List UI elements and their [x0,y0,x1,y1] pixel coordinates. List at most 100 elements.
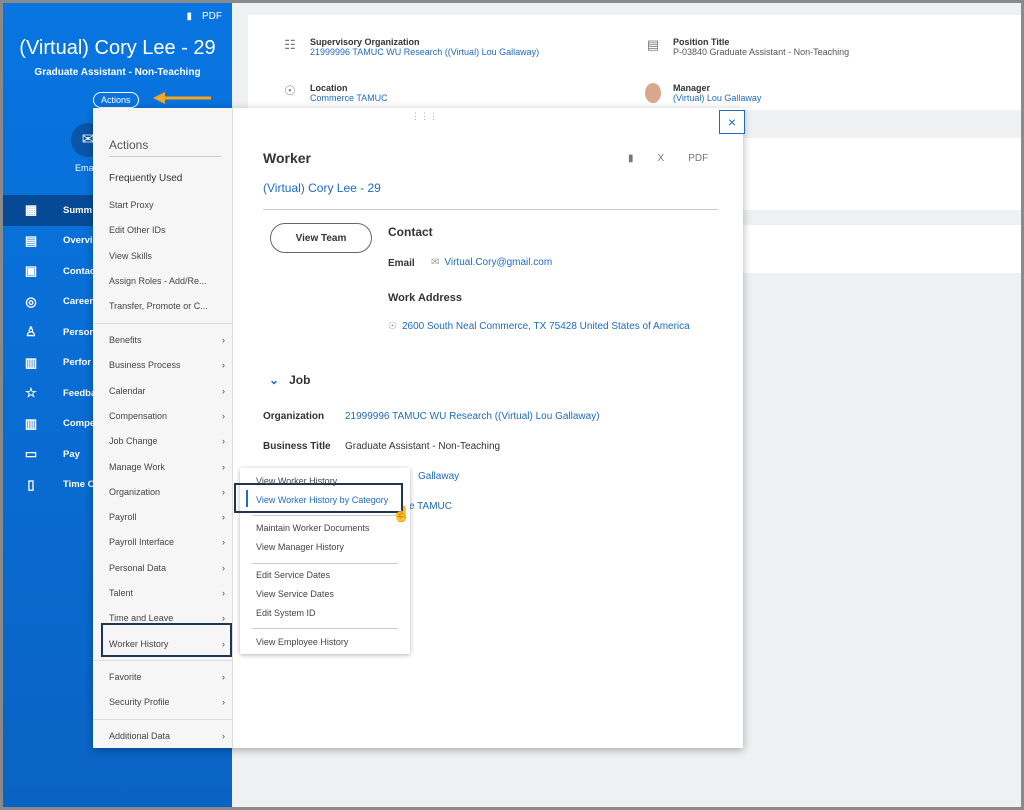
worker-heading: Worker [263,150,311,166]
menu-item[interactable]: Personal Data › [109,563,225,573]
excel-icon[interactable]: X [658,153,665,164]
chart-icon: ▥ [24,415,38,431]
menu-item[interactable]: Payroll Interface › [109,537,225,547]
document-icon: ▤ [24,232,38,248]
worker-link[interactable]: (Virtual) Cory Lee - 29 [263,181,381,195]
chevron-right-icon: › [222,731,225,741]
chevron-right-icon: › [222,613,225,624]
sup-org-link[interactable]: 21999996 TAMUC WU Research ((Virtual) Lo… [310,47,539,57]
worker-name: (Virtual) Cory Lee - 29 [19,37,216,59]
luggage-icon: ▯ [27,476,35,492]
menu-item[interactable]: Compensation › [109,411,225,421]
manager-link[interactable]: (Virtual) Lou Gallaway [673,93,761,103]
divider [93,660,233,661]
menu-item[interactable]: Transfer, Promote or C... [109,301,225,311]
chevron-right-icon: › [222,385,225,396]
divider [252,515,398,516]
chevron-right-icon: › [222,360,225,371]
address-link[interactable]: 2600 South Neal Commerce, TX 75428 Unite… [402,321,690,332]
menu-item[interactable]: Additional Data › [109,731,225,741]
menu-item[interactable]: Security Profile › [109,697,225,707]
chevron-right-icon: › [222,588,225,598]
sidebar-item-label: Perfor [63,357,91,369]
target-icon: ◎ [25,293,37,309]
sidebar-item-label: Contac [63,265,96,277]
org-label: Organization [263,411,325,422]
chevron-right-icon: › [222,562,225,573]
location-pin-icon: ☉ [388,321,397,332]
menu-item[interactable]: Time and Leave › [109,613,225,623]
menu-item[interactable]: Job Change › [109,436,225,446]
chevron-down-icon[interactable]: ⌄ [269,373,279,387]
actions-menu-title: Actions [109,138,149,152]
tag-icon[interactable]: ▮ [186,11,192,22]
chevron-right-icon: › [222,638,225,649]
content-card [743,138,1021,210]
location-link[interactable]: Commerce TAMUC [310,93,388,103]
frequently-used-heading: Frequently Used [109,173,183,184]
close-button[interactable]: × [719,110,745,134]
sidebar-item-label: Career [63,296,94,308]
work-address-heading: Work Address [388,292,462,304]
view-team-button[interactable]: View Team [270,223,372,253]
menu-item[interactable]: Benefits › [109,335,225,345]
chevron-right-icon: › [222,672,225,682]
menu-item[interactable]: Talent › [109,588,225,598]
actions-menu: Actions Frequently Used Start Proxy Edit … [93,108,233,748]
active-indicator [246,490,248,507]
chevron-right-icon: › [222,512,225,523]
summary-card: ☷ Supervisory Organization 21999996 TAMUC … [248,15,1021,110]
actions-button[interactable]: Actions [93,92,139,108]
menu-item[interactable]: Worker History › [109,639,225,649]
business-title-label: Business Title [263,441,331,452]
menu-item[interactable]: Assign Roles - Add/Re... [109,276,225,286]
menu-item[interactable]: Payroll › [109,512,225,522]
submenu-item[interactable]: View Worker History [256,476,337,486]
clipboard-chart-icon: ▥ [24,354,38,370]
grid-icon: ▦ [24,202,38,218]
drag-handle-icon[interactable]: ⋮⋮⋮ [411,111,438,122]
hand-cursor-icon: ☝ [392,506,411,523]
position-value: P-03840 Graduate Assistant - Non-Teachin… [673,47,850,57]
worker-title: Graduate Assistant - Non-Teaching [34,67,201,78]
menu-item[interactable]: Business Process › [109,360,225,370]
divider [252,628,398,629]
menu-item[interactable]: Start Proxy [109,200,225,210]
envelope-icon: ✉ [431,257,440,268]
menu-item[interactable]: Favorite › [109,672,225,682]
manager-label: Manager [673,83,711,93]
submenu-item[interactable]: Edit Service Dates [256,570,330,580]
chevron-right-icon: › [222,486,225,497]
pdf-icon[interactable]: PDF [202,11,222,22]
submenu-item[interactable]: View Service Dates [256,589,334,599]
chevron-right-icon: › [222,335,225,345]
submenu-item[interactable]: Edit System ID [256,608,316,618]
divider [109,156,221,157]
menu-item[interactable]: Calendar › [109,386,225,396]
pdf-icon[interactable]: PDF [688,153,708,164]
sup-org-label: Supervisory Organization [310,37,420,47]
submenu-item[interactable]: View Employee History [256,637,348,647]
menu-item[interactable]: View Skills [109,251,225,261]
menu-item[interactable]: Manage Work › [109,462,225,472]
email-label: Ema [75,163,94,173]
app-frame: ▮ PDF (Virtual) Cory Lee - 29 Graduate As… [3,3,1021,807]
tag-icon[interactable]: ▮ [628,153,634,164]
sidebar-item-label: Time O [63,479,96,491]
menu-item[interactable]: Organization › [109,487,225,497]
divider [93,323,233,324]
id-card-icon: ▤ [646,37,660,52]
location-link[interactable]: e TAMUC [409,501,452,512]
submenu-item[interactable]: View Worker History by Category [256,495,388,505]
org-link[interactable]: 21999996 TAMUC WU Research ((Virtual) Lo… [345,411,600,422]
submenu-item[interactable]: View Manager History [256,542,344,552]
chevron-right-icon: › [222,436,225,447]
submenu-item[interactable]: Maintain Worker Documents [256,523,369,533]
chevron-right-icon: › [222,410,225,421]
manager-link[interactable]: Gallaway [418,471,459,482]
divider [263,209,718,210]
email-link[interactable]: Virtual.Cory@gmail.com [444,257,552,268]
job-heading: Job [289,373,311,387]
menu-item[interactable]: Edit Other IDs [109,225,225,235]
chevron-right-icon: › [222,697,225,708]
